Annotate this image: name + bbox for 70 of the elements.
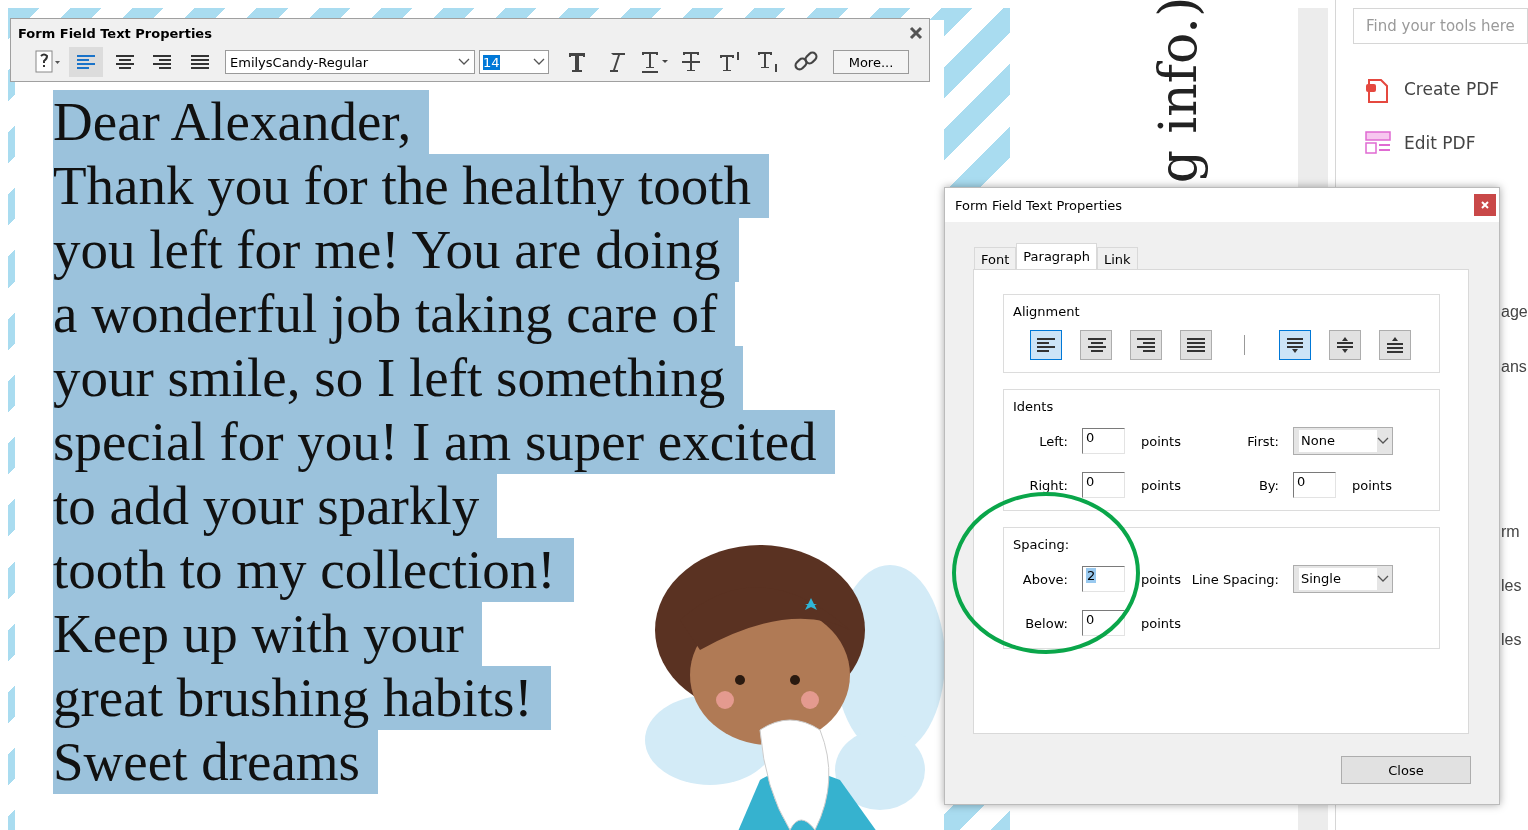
tool-item[interactable]: Edit PDF bbox=[1365, 128, 1528, 158]
dropdown[interactable]: Single bbox=[1293, 565, 1393, 593]
field-label: Right: bbox=[1028, 477, 1069, 493]
tool-item[interactable]: Create PDF bbox=[1365, 74, 1528, 104]
unit-label: points bbox=[1140, 615, 1181, 631]
align-center-icon bbox=[1086, 336, 1106, 354]
align-justify-icon bbox=[190, 53, 210, 71]
toolbar-title: Form Field Text Properties bbox=[18, 25, 212, 41]
subscript-icon bbox=[756, 50, 780, 74]
number-field[interactable]: 0 bbox=[1082, 472, 1125, 498]
group-label: Alignment bbox=[1012, 304, 1081, 319]
align-right-button[interactable] bbox=[1130, 330, 1162, 360]
close-icon bbox=[909, 26, 923, 40]
tab[interactable]: Paragraph bbox=[1016, 243, 1097, 269]
unit-label: points bbox=[1140, 477, 1181, 493]
valign-top-button[interactable] bbox=[1279, 330, 1311, 360]
align-justify-button[interactable] bbox=[1180, 330, 1212, 360]
superscript-icon bbox=[718, 50, 742, 74]
field-label: Above: bbox=[1021, 571, 1069, 587]
field-label: Below: bbox=[1024, 615, 1069, 631]
unit-label: points bbox=[1140, 571, 1181, 587]
more-button[interactable]: More... bbox=[833, 50, 909, 74]
tab[interactable]: Font bbox=[974, 247, 1017, 269]
align-left-icon bbox=[76, 53, 96, 71]
help-icon bbox=[35, 50, 61, 74]
field-label: Left: bbox=[1038, 433, 1069, 449]
align-right-icon bbox=[152, 53, 172, 71]
close-icon bbox=[1480, 200, 1490, 210]
align-center-icon bbox=[114, 53, 134, 71]
rotated-page-text: g info.) bbox=[1148, 0, 1209, 184]
search-field[interactable]: Find your tools here bbox=[1353, 8, 1528, 44]
align-justify-icon bbox=[1186, 336, 1206, 354]
align-center-button[interactable] bbox=[1080, 330, 1112, 360]
tool-label: les bbox=[1501, 577, 1522, 596]
font-dropdown[interactable]: EmilysCandy-Regular bbox=[225, 50, 475, 74]
align-left-icon bbox=[1036, 336, 1056, 354]
tool-label: ans bbox=[1501, 358, 1527, 377]
layout-icon bbox=[1365, 129, 1392, 157]
number-field[interactable]: 2 bbox=[1082, 566, 1125, 592]
number-field[interactable]: 0 bbox=[1293, 472, 1336, 498]
close-button[interactable] bbox=[1474, 194, 1496, 216]
valign-middle-icon bbox=[1335, 336, 1355, 354]
dropdown-caret-icon bbox=[1377, 575, 1389, 583]
dropdown-caret-icon bbox=[458, 58, 470, 66]
tool-label: rm bbox=[1501, 523, 1520, 542]
valign-top-icon bbox=[1285, 336, 1305, 354]
field-label: By: bbox=[1257, 477, 1280, 493]
valign-middle-button[interactable] bbox=[1329, 330, 1361, 360]
align-right-icon bbox=[1136, 336, 1156, 354]
dropdown-caret-icon bbox=[533, 58, 545, 66]
unit-label: points bbox=[1351, 477, 1392, 493]
group-label: Spacing: bbox=[1012, 537, 1071, 552]
valign-bottom-icon bbox=[1385, 336, 1405, 354]
field-label: Line Spacing: bbox=[1190, 571, 1280, 587]
dialog-title: Form Field Text Properties bbox=[955, 197, 1123, 213]
tab[interactable]: Link bbox=[1096, 247, 1138, 269]
underline-icon bbox=[639, 50, 669, 74]
field-label: First: bbox=[1246, 433, 1280, 449]
unit-label: points bbox=[1140, 433, 1181, 449]
number-field[interactable]: 0 bbox=[1082, 610, 1125, 636]
group-label: Idents bbox=[1012, 399, 1055, 414]
number-field[interactable]: 0 bbox=[1082, 428, 1125, 454]
valign-bottom-button[interactable] bbox=[1379, 330, 1411, 360]
dropdown-caret-icon bbox=[1377, 437, 1389, 445]
dropdown[interactable]: None bbox=[1293, 427, 1393, 455]
tool-label: les bbox=[1501, 631, 1522, 650]
font-size-dropdown[interactable]: 14 bbox=[479, 50, 549, 74]
close-button[interactable]: Close bbox=[1341, 756, 1471, 784]
align-left-button[interactable] bbox=[1030, 330, 1062, 360]
tool-label: age bbox=[1501, 303, 1528, 322]
